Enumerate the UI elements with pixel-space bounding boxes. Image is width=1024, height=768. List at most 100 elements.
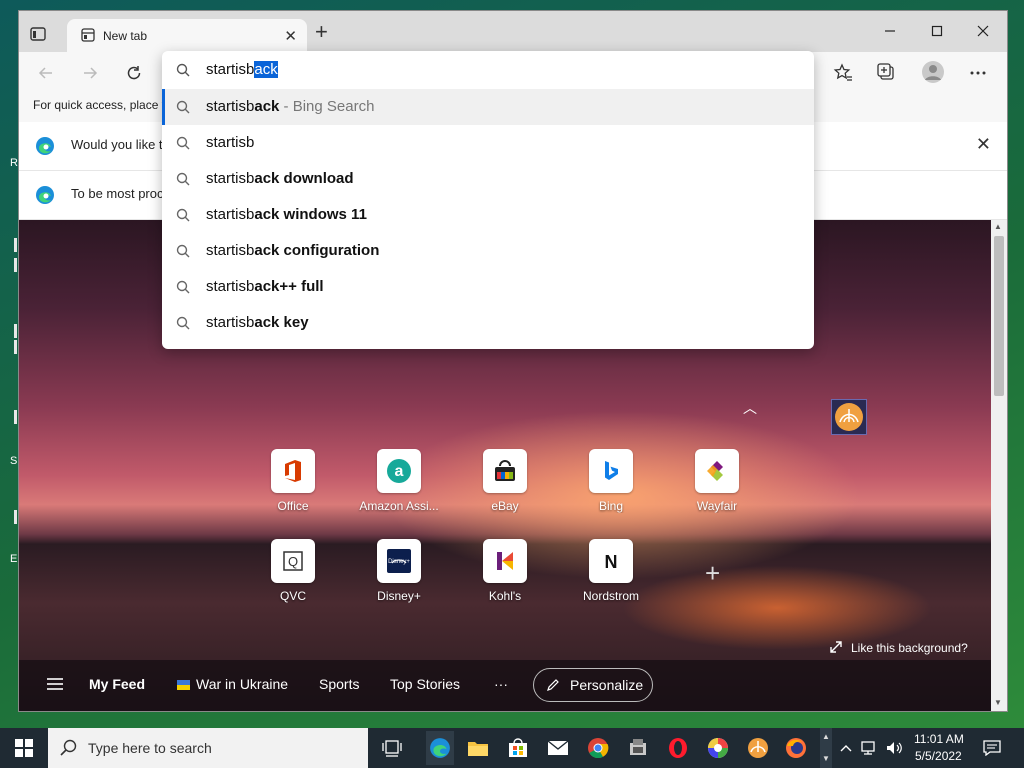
taskbar-search-box[interactable]: Type here to search — [48, 728, 368, 768]
suggestion-completion: ack++ full — [254, 278, 324, 295]
bing-icon — [589, 449, 633, 493]
profile-avatar-icon[interactable] — [921, 60, 945, 84]
scroll-up-icon[interactable]: ▲ — [994, 222, 1002, 231]
app-icon[interactable] — [626, 736, 650, 760]
windows-start-icon[interactable] — [0, 728, 48, 768]
suggestion-item[interactable]: startisback++ full — [162, 269, 814, 305]
suggestion-item[interactable]: startisback configuration — [162, 233, 814, 269]
taskbar-overflow[interactable]: ▲ ▼ — [820, 728, 832, 768]
quick-link-qvc[interactable]: Q QVC — [248, 539, 338, 623]
back-arrow-icon[interactable] — [35, 62, 57, 84]
suggestion-item[interactable]: startisback key — [162, 305, 814, 341]
scrollbar-thumb[interactable] — [994, 236, 1004, 396]
opera-icon[interactable] — [666, 736, 690, 760]
file-explorer-icon[interactable] — [466, 736, 490, 760]
network-icon[interactable] — [860, 736, 880, 760]
show-hidden-icons-icon[interactable] — [838, 736, 854, 760]
close-tab-icon[interactable]: ✕ — [284, 27, 297, 45]
quick-link-label: Disney+ — [377, 589, 421, 603]
tab-actions-icon[interactable] — [29, 25, 47, 43]
infobar-close-icon[interactable]: ✕ — [976, 134, 991, 155]
suggestion-item[interactable]: startisback windows 11 — [162, 197, 814, 233]
quick-link-label: Amazon Assi... — [359, 499, 439, 513]
qvc-icon: Q — [271, 539, 315, 583]
quick-link-ebay[interactable]: eBay — [460, 449, 550, 533]
desktop-icon[interactable] — [14, 410, 17, 424]
feed-bar: My Feed War in Ukraine Sports Top Storie… — [19, 660, 991, 711]
volume-icon[interactable] — [884, 736, 904, 760]
feed-tab-war-in-ukraine[interactable]: War in Ukraine — [177, 676, 288, 692]
suggestion-item[interactable]: startisback - Bing Search — [162, 89, 814, 125]
task-view-icon[interactable] — [380, 736, 404, 760]
minimize-icon[interactable] — [867, 17, 913, 45]
pencil-icon — [547, 679, 559, 691]
mail-icon[interactable] — [546, 736, 570, 760]
collections-icon[interactable] — [876, 62, 898, 84]
quick-link-nordstrom[interactable]: N Nordstrom — [566, 539, 656, 623]
suggestion-source: - Bing Search — [279, 98, 375, 115]
svg-text:Disney+: Disney+ — [388, 559, 410, 565]
hamburger-menu-icon[interactable] — [47, 677, 63, 694]
desktop-icon[interactable] — [14, 340, 17, 354]
suggestion-prefix: startisb — [206, 206, 255, 223]
suggestion-item[interactable]: startisback download — [162, 161, 814, 197]
quick-link-label: Bing — [598, 499, 624, 513]
tab-new-tab[interactable]: New tab ✕ — [67, 19, 307, 52]
suggestion-prefix: startisb — [206, 278, 255, 295]
quick-link-office[interactable]: Office — [248, 449, 338, 533]
chevron-up-icon[interactable]: ︿ — [743, 398, 757, 418]
desktop-icon[interactable] — [14, 510, 17, 524]
more-options-icon[interactable] — [967, 62, 989, 84]
quick-link-bing[interactable]: Bing — [566, 449, 656, 533]
quick-link-label: Wayfair — [696, 499, 738, 513]
feed-tab-my-feed[interactable]: My Feed — [89, 676, 145, 692]
address-bar-input[interactable]: startisback — [162, 51, 814, 89]
maximize-icon[interactable] — [914, 17, 960, 45]
edge-logo-icon — [35, 185, 55, 205]
suggestion-completion: ack key — [254, 314, 309, 331]
quick-link-amazon-assistant[interactable]: a Amazon Assi... — [354, 449, 444, 533]
scroll-down-icon[interactable]: ▼ — [994, 698, 1002, 707]
clock-date[interactable]: 5/5/2022 — [915, 749, 962, 763]
quick-link-label: QVC — [279, 589, 306, 603]
profile-badge-icon[interactable] — [831, 399, 867, 435]
favorites-star-icon[interactable] — [832, 62, 854, 84]
like-background-link[interactable]: Like this background? — [829, 640, 968, 655]
quick-link-wayfair[interactable]: Wayfair — [672, 449, 762, 533]
firefox-icon[interactable] — [784, 736, 808, 760]
quick-link-label: Nordstrom — [582, 589, 639, 603]
media-player-icon[interactable] — [746, 736, 770, 760]
suggestion-completion: ack windows 11 — [254, 206, 367, 223]
feed-tab-top-stories[interactable]: Top Stories — [390, 676, 460, 692]
search-icon — [176, 208, 190, 222]
photo-app-icon[interactable] — [706, 736, 730, 760]
microsoft-store-icon[interactable] — [506, 736, 530, 760]
page-scrollbar[interactable]: ▲ ▼ — [991, 220, 1007, 711]
desktop-icon-label: E — [10, 553, 18, 565]
suggestion-item[interactable]: startisb — [162, 125, 814, 161]
chrome-icon[interactable] — [586, 736, 610, 760]
feed-more-icon[interactable]: ··· — [494, 676, 508, 692]
quick-link-label: Kohl's — [488, 589, 522, 603]
desktop-icon[interactable] — [14, 258, 17, 272]
personalize-label: Personalize — [570, 677, 644, 693]
close-window-icon[interactable] — [960, 17, 1006, 45]
search-icon — [176, 280, 190, 294]
add-site-plus-icon[interactable]: + — [705, 558, 720, 589]
desktop-icon[interactable] — [14, 324, 17, 338]
search-icon — [176, 244, 190, 258]
edge-taskbar-icon[interactable] — [426, 731, 454, 765]
feed-tab-sports[interactable]: Sports — [319, 676, 359, 692]
taskbar-search-placeholder: Type here to search — [88, 740, 212, 756]
quick-link-kohls[interactable]: Kohl's — [460, 539, 550, 623]
personalize-button[interactable]: Personalize — [533, 668, 653, 702]
new-tab-plus-icon[interactable]: + — [315, 21, 328, 43]
address-bar-dropdown: startisback startisback - Bing Search st… — [162, 51, 814, 349]
search-icon — [176, 100, 190, 114]
refresh-icon[interactable] — [123, 62, 145, 84]
clock-time[interactable]: 11:01 AM — [914, 732, 964, 746]
notification-center-icon[interactable] — [980, 736, 1004, 760]
forward-arrow-icon[interactable] — [79, 62, 101, 84]
desktop-icon[interactable] — [14, 238, 17, 252]
quick-link-disney-plus[interactable]: Disney+ Disney+ — [354, 539, 444, 623]
